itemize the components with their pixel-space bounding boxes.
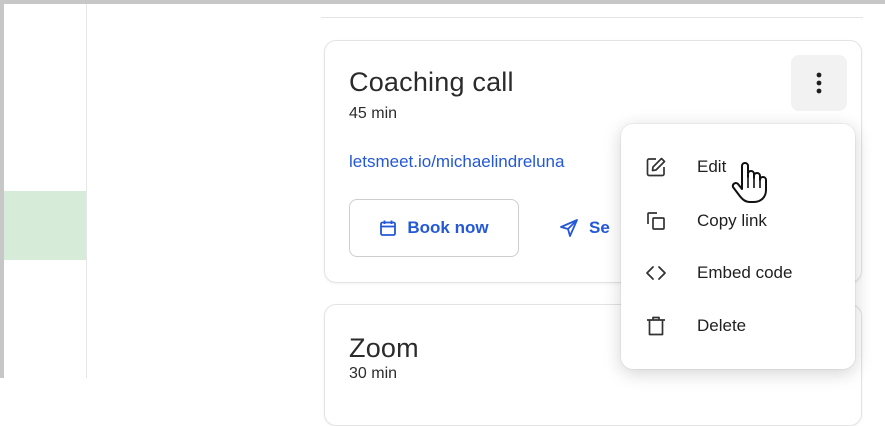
trash-icon xyxy=(645,315,667,337)
book-now-button[interactable]: Book now xyxy=(349,199,519,257)
menu-item-label: Edit xyxy=(697,157,727,176)
send-button[interactable]: Se xyxy=(559,199,610,257)
more-options-button[interactable] xyxy=(791,55,847,111)
section-divider xyxy=(321,17,863,18)
code-icon xyxy=(645,262,667,284)
copy-icon xyxy=(645,210,667,232)
event-title: Zoom xyxy=(349,333,419,363)
menu-item-embed-code[interactable]: Embed code xyxy=(621,247,855,299)
menu-item-delete[interactable]: Delete xyxy=(621,300,855,352)
selected-row-highlight[interactable] xyxy=(4,191,86,260)
kebab-menu-icon xyxy=(816,72,822,94)
edit-icon xyxy=(645,156,667,178)
book-now-label: Book now xyxy=(407,218,489,237)
menu-item-label: Embed code xyxy=(697,263,793,282)
menu-item-label: Copy link xyxy=(697,211,767,230)
window-top-border xyxy=(0,0,885,4)
hand-pointer-icon xyxy=(731,162,767,203)
menu-item-label: Delete xyxy=(697,316,747,335)
window-left-border xyxy=(0,0,4,378)
column-divider xyxy=(86,4,87,378)
send-label: Se xyxy=(589,218,610,237)
send-icon xyxy=(560,219,578,237)
calendar-icon xyxy=(380,220,397,236)
event-link[interactable]: letsmeet.io/michaelindreluna xyxy=(349,152,564,172)
event-duration: 30 min xyxy=(349,365,398,382)
event-title: Coaching call xyxy=(349,67,514,97)
event-duration: 45 min xyxy=(349,105,398,122)
